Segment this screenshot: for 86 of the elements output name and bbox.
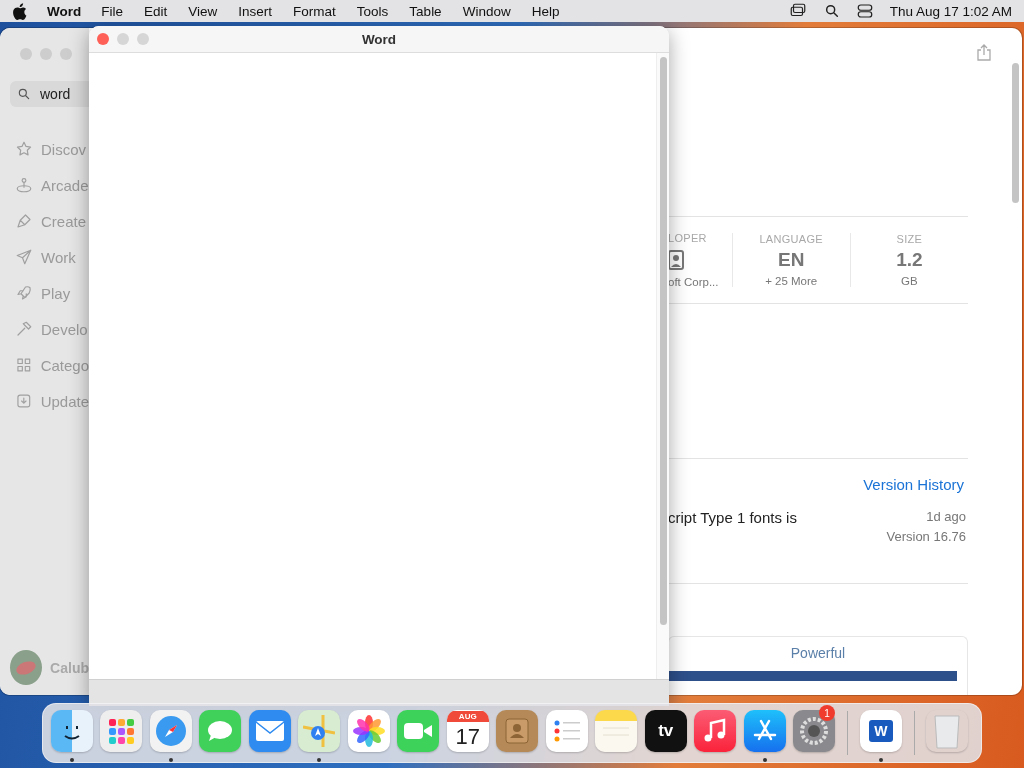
info-heading: LANGUAGE — [759, 232, 823, 245]
menu-bar-clock[interactable]: Thu Aug 17 1:02 AM — [889, 3, 1012, 19]
dock-item[interactable]: W — [856, 703, 906, 763]
download-icon — [15, 392, 33, 410]
menu-item[interactable]: Format — [293, 3, 336, 19]
info-detail: GB — [901, 274, 918, 287]
minimize-button[interactable] — [117, 33, 129, 45]
scrollbar-thumb[interactable] — [659, 57, 667, 625]
search-text: word — [40, 86, 71, 102]
sidebar-label: Catego — [40, 356, 89, 374]
flower-icon[interactable] — [347, 710, 390, 752]
map-icon[interactable] — [298, 710, 341, 752]
scrollbar-thumb[interactable] — [1012, 63, 1019, 203]
sidebar-label: Develo — [41, 320, 88, 338]
notification-badge: 1 — [819, 705, 835, 721]
envelope-icon[interactable] — [248, 710, 291, 752]
grid-icon — [15, 356, 33, 374]
app-store-icon[interactable] — [743, 710, 786, 752]
rocket-icon — [15, 284, 33, 302]
sidebar-label: Create — [41, 212, 87, 230]
brush-icon — [15, 212, 33, 230]
running-indicator — [878, 758, 883, 762]
menu-item[interactable]: Tools — [356, 3, 389, 19]
calendar-icon[interactable]: AUG 17 — [446, 710, 489, 752]
running-indicator — [69, 758, 74, 762]
menu-item[interactable]: File — [101, 3, 123, 19]
release-notes: cript Type 1 fonts is — [668, 508, 797, 528]
calendar-month: AUG — [446, 710, 489, 722]
search-icon — [823, 3, 840, 19]
info-value: 1.2 — [896, 248, 923, 271]
video-camera-icon[interactable] — [397, 710, 440, 752]
apple-icon[interactable] — [12, 2, 27, 20]
menu-item[interactable]: Help — [531, 3, 560, 19]
person-card-icon — [668, 249, 684, 270]
dock-item[interactable]: 1 — [789, 703, 839, 763]
info-detail: oft Corp... — [668, 275, 719, 288]
word-app-icon[interactable]: W — [859, 710, 902, 752]
sidebar-label: Update — [40, 392, 89, 410]
sidebar-label: Play — [41, 284, 71, 302]
finder-icon[interactable] — [50, 710, 93, 752]
address-book-icon[interactable] — [496, 710, 539, 752]
card-title: Powerful — [790, 645, 846, 662]
compass-icon[interactable] — [149, 710, 192, 752]
info-detail: + 25 More — [765, 274, 818, 287]
info-value: EN — [778, 248, 805, 271]
calendar-day: 17 — [455, 721, 480, 752]
paper-plane-icon — [15, 248, 33, 266]
dock-item[interactable]: tv — [641, 703, 691, 763]
hammer-icon — [15, 320, 33, 338]
word-logo-letter: W — [868, 720, 893, 742]
menu-item[interactable]: Insert — [238, 3, 273, 19]
zoom-button[interactable] — [137, 33, 149, 45]
tv-label: tv — [658, 721, 674, 741]
joystick-icon — [15, 176, 33, 194]
star-icon — [15, 140, 33, 158]
search-field[interactable]: word — [10, 81, 89, 107]
notepad-icon[interactable] — [595, 710, 638, 752]
sidebar-label: Discov — [41, 140, 86, 158]
running-indicator — [762, 758, 767, 762]
running-indicator — [168, 758, 173, 762]
menu-item[interactable]: View — [188, 3, 218, 19]
search-icon — [17, 87, 31, 101]
menu-item[interactable]: Table — [409, 3, 442, 19]
control-center-icon — [855, 2, 874, 20]
gear-icon[interactable] — [793, 710, 836, 752]
version-history-link[interactable]: Version History — [863, 475, 964, 493]
tv-icon[interactable]: tv — [644, 710, 687, 752]
app-menu[interactable]: Word — [47, 3, 82, 19]
close-button[interactable] — [97, 33, 109, 45]
checklist-icon[interactable] — [545, 710, 588, 752]
sidebar-label: Work — [41, 248, 76, 266]
music-note-icon[interactable] — [694, 710, 737, 752]
menu-item[interactable]: Edit — [144, 3, 168, 19]
window-title: Word — [360, 31, 398, 47]
sidebar-label: Arcade — [41, 176, 89, 194]
avatar[interactable] — [10, 650, 43, 685]
version-number: Version 16.76 — [886, 528, 966, 544]
speech-bubble-icon[interactable] — [199, 710, 242, 752]
dock-item[interactable]: AUG 17 — [443, 703, 493, 763]
release-age: 1d ago — [926, 508, 966, 524]
info-heading: SIZE — [896, 232, 923, 245]
launchpad-icon[interactable] — [100, 710, 143, 752]
info-heading: LOPER — [668, 231, 707, 244]
share-icon[interactable] — [977, 44, 991, 61]
running-indicator — [317, 758, 322, 762]
menu-item[interactable]: Window — [462, 3, 511, 19]
